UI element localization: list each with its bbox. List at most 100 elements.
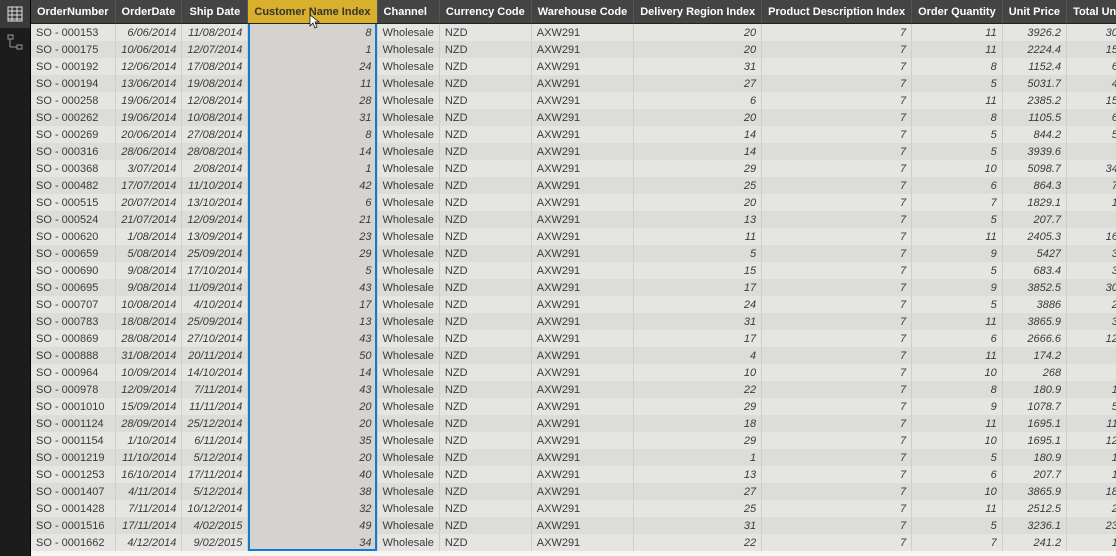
table-row[interactable]: SO - 00019413/06/201419/08/201411Wholesa… xyxy=(31,75,1116,92)
cell-CurrencyCode[interactable]: NZD xyxy=(439,500,531,517)
cell-ProductDescriptionIndex[interactable]: 7 xyxy=(762,381,912,398)
cell-UnitPrice[interactable]: 2666.6 xyxy=(1002,330,1066,347)
cell-WarehouseCode[interactable]: AXW291 xyxy=(531,296,633,313)
cell-Channel[interactable]: Wholesale xyxy=(377,211,439,228)
cell-ShipDate[interactable]: 25/09/2014 xyxy=(182,245,248,262)
cell-DeliveryRegionIndex[interactable]: 6 xyxy=(634,92,762,109)
cell-Channel[interactable]: Wholesale xyxy=(377,432,439,449)
cell-Channel[interactable]: Wholesale xyxy=(377,262,439,279)
cell-CurrencyCode[interactable]: NZD xyxy=(439,58,531,75)
cell-WarehouseCode[interactable]: AXW291 xyxy=(531,177,633,194)
cell-OrderQuantity[interactable]: 10 xyxy=(912,432,1003,449)
cell-WarehouseCode[interactable]: AXW291 xyxy=(531,279,633,296)
table-row[interactable]: SO - 00052421/07/201412/09/201421Wholesa… xyxy=(31,211,1116,228)
cell-WarehouseCode[interactable]: AXW291 xyxy=(531,381,633,398)
cell-TotalUnitCost[interactable]: 726.012 xyxy=(1067,177,1116,194)
cell-OrderQuantity[interactable]: 5 xyxy=(912,262,1003,279)
cell-UnitPrice[interactable]: 2224.4 xyxy=(1002,41,1066,58)
cell-ShipDate[interactable]: 17/11/2014 xyxy=(182,466,248,483)
cell-ShipDate[interactable]: 19/08/2014 xyxy=(182,75,248,92)
cell-OrderDate[interactable]: 9/08/2014 xyxy=(115,262,182,279)
table-row[interactable]: SO - 00016624/12/20149/02/201534Wholesal… xyxy=(31,534,1116,551)
cell-OrderQuantity[interactable]: 11 xyxy=(912,415,1003,432)
cell-DeliveryRegionIndex[interactable]: 11 xyxy=(634,228,762,245)
cell-TotalUnitCost[interactable]: 3744.63 xyxy=(1067,245,1116,262)
cell-TotalUnitCost[interactable]: 83.08 xyxy=(1067,211,1116,228)
cell-CurrencyCode[interactable]: NZD xyxy=(439,177,531,194)
cell-ShipDate[interactable]: 4/10/2014 xyxy=(182,296,248,313)
cell-OrderNumber[interactable]: SO - 0001010 xyxy=(31,398,115,415)
cell-TotalUnitCost[interactable]: 1579.324 xyxy=(1067,41,1116,58)
cell-CustomerNameIndex[interactable]: 31 xyxy=(248,109,377,126)
cell-TotalUnitCost[interactable]: 622.296 xyxy=(1067,58,1116,75)
column-header-OrderQuantity[interactable]: Order Quantity xyxy=(912,0,1003,24)
cell-OrderDate[interactable]: 10/09/2014 xyxy=(115,364,182,381)
cell-ShipDate[interactable]: 10/12/2014 xyxy=(182,500,248,517)
cell-ProductDescriptionIndex[interactable]: 7 xyxy=(762,143,912,160)
cell-CurrencyCode[interactable]: NZD xyxy=(439,92,531,109)
cell-Channel[interactable]: Wholesale xyxy=(377,58,439,75)
table-row[interactable]: SO - 0006201/08/201413/09/201423Wholesal… xyxy=(31,228,1116,245)
cell-UnitPrice[interactable]: 2512.5 xyxy=(1002,500,1066,517)
cell-CustomerNameIndex[interactable]: 24 xyxy=(248,58,377,75)
cell-ProductDescriptionIndex[interactable]: 7 xyxy=(762,58,912,75)
cell-ShipDate[interactable]: 28/08/2014 xyxy=(182,143,248,160)
table-row[interactable]: SO - 000101015/09/201411/11/201420Wholes… xyxy=(31,398,1116,415)
cell-ShipDate[interactable]: 11/11/2014 xyxy=(182,398,248,415)
cell-OrderNumber[interactable]: SO - 000707 xyxy=(31,296,115,313)
cell-DeliveryRegionIndex[interactable]: 31 xyxy=(634,517,762,534)
cell-Channel[interactable]: Wholesale xyxy=(377,228,439,245)
cell-ShipDate[interactable]: 25/09/2014 xyxy=(182,313,248,330)
cell-UnitPrice[interactable]: 1695.1 xyxy=(1002,432,1066,449)
cell-TotalUnitCost[interactable]: 3062.436 xyxy=(1067,24,1116,42)
cell-DeliveryRegionIndex[interactable]: 14 xyxy=(634,143,762,160)
cell-CustomerNameIndex[interactable]: 11 xyxy=(248,75,377,92)
cell-OrderNumber[interactable]: SO - 000194 xyxy=(31,75,115,92)
cell-OrderNumber[interactable]: SO - 0001662 xyxy=(31,534,115,551)
cell-OrderDate[interactable]: 20/06/2014 xyxy=(115,126,182,143)
cell-OrderQuantity[interactable]: 11 xyxy=(912,347,1003,364)
cell-CurrencyCode[interactable]: NZD xyxy=(439,483,531,500)
cell-OrderDate[interactable]: 4/12/2014 xyxy=(115,534,182,551)
cell-ShipDate[interactable]: 11/10/2014 xyxy=(182,177,248,194)
cell-OrderDate[interactable]: 28/08/2014 xyxy=(115,330,182,347)
cell-OrderDate[interactable]: 4/11/2014 xyxy=(115,483,182,500)
table-row[interactable]: SO - 00048217/07/201411/10/201442Wholesa… xyxy=(31,177,1116,194)
cell-CurrencyCode[interactable]: NZD xyxy=(439,415,531,432)
cell-UnitPrice[interactable]: 268 xyxy=(1002,364,1066,381)
cell-TotalUnitCost[interactable]: 593.285 xyxy=(1067,398,1116,415)
cell-TotalUnitCost[interactable]: 382.704 xyxy=(1067,262,1116,279)
cell-OrderNumber[interactable]: SO - 000262 xyxy=(31,109,115,126)
cell-ProductDescriptionIndex[interactable]: 7 xyxy=(762,160,912,177)
cell-WarehouseCode[interactable]: AXW291 xyxy=(531,126,633,143)
cell-ShipDate[interactable]: 12/08/2014 xyxy=(182,92,248,109)
cell-DeliveryRegionIndex[interactable]: 27 xyxy=(634,75,762,92)
cell-CurrencyCode[interactable]: NZD xyxy=(439,41,531,58)
cell-CurrencyCode[interactable]: NZD xyxy=(439,466,531,483)
cell-OrderNumber[interactable]: SO - 000515 xyxy=(31,194,115,211)
cell-OrderDate[interactable]: 10/08/2014 xyxy=(115,296,182,313)
cell-Channel[interactable]: Wholesale xyxy=(377,415,439,432)
cell-OrderNumber[interactable]: SO - 000690 xyxy=(31,262,115,279)
table-row[interactable]: SO - 0006595/08/201425/09/201429Wholesal… xyxy=(31,245,1116,262)
cell-OrderDate[interactable]: 16/10/2014 xyxy=(115,466,182,483)
cell-OrderDate[interactable]: 1/10/2014 xyxy=(115,432,182,449)
cell-Channel[interactable]: Wholesale xyxy=(377,143,439,160)
cell-ProductDescriptionIndex[interactable]: 7 xyxy=(762,24,912,42)
cell-ShipDate[interactable]: 12/09/2014 xyxy=(182,211,248,228)
cell-ProductDescriptionIndex[interactable]: 7 xyxy=(762,432,912,449)
column-header-CurrencyCode[interactable]: Currency Code xyxy=(439,0,531,24)
cell-OrderDate[interactable]: 6/06/2014 xyxy=(115,24,182,42)
cell-ShipDate[interactable]: 17/10/2014 xyxy=(182,262,248,279)
cell-DeliveryRegionIndex[interactable]: 29 xyxy=(634,160,762,177)
column-header-Channel[interactable]: Channel xyxy=(377,0,439,24)
cell-CustomerNameIndex[interactable]: 35 xyxy=(248,432,377,449)
cell-OrderNumber[interactable]: SO - 000175 xyxy=(31,41,115,58)
cell-ShipDate[interactable]: 4/02/2015 xyxy=(182,517,248,534)
cell-TotalUnitCost[interactable]: 3043.475 xyxy=(1067,279,1116,296)
cell-CurrencyCode[interactable]: NZD xyxy=(439,160,531,177)
cell-OrderQuantity[interactable]: 6 xyxy=(912,177,1003,194)
cell-ProductDescriptionIndex[interactable]: 7 xyxy=(762,126,912,143)
cell-UnitPrice[interactable]: 180.9 xyxy=(1002,449,1066,466)
cell-UnitPrice[interactable]: 3926.2 xyxy=(1002,24,1066,42)
